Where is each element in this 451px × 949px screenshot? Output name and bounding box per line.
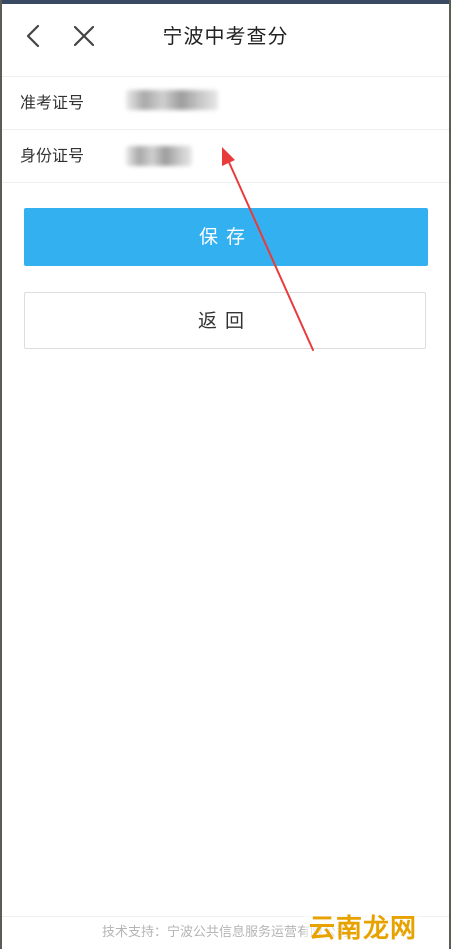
save-button[interactable]: 保存 (24, 208, 428, 266)
close-nav-button[interactable] (66, 18, 102, 54)
back-nav-button[interactable] (16, 18, 52, 54)
id-number-row: 身份证号 (2, 130, 449, 183)
exam-number-field[interactable] (124, 87, 424, 119)
score-query-form: 准考证号 身份证号 (2, 77, 449, 183)
exam-number-row: 准考证号 (2, 77, 449, 130)
chevron-left-icon (26, 24, 40, 48)
exam-number-label: 准考证号 (20, 93, 85, 112)
close-icon (73, 25, 95, 47)
id-number-field[interactable] (124, 140, 424, 172)
nav-bar: 宁波中考查分 (2, 4, 449, 77)
id-number-label: 身份证号 (20, 146, 85, 165)
return-button[interactable]: 返回 (24, 292, 426, 349)
site-watermark: 云南龙网 (304, 908, 421, 945)
